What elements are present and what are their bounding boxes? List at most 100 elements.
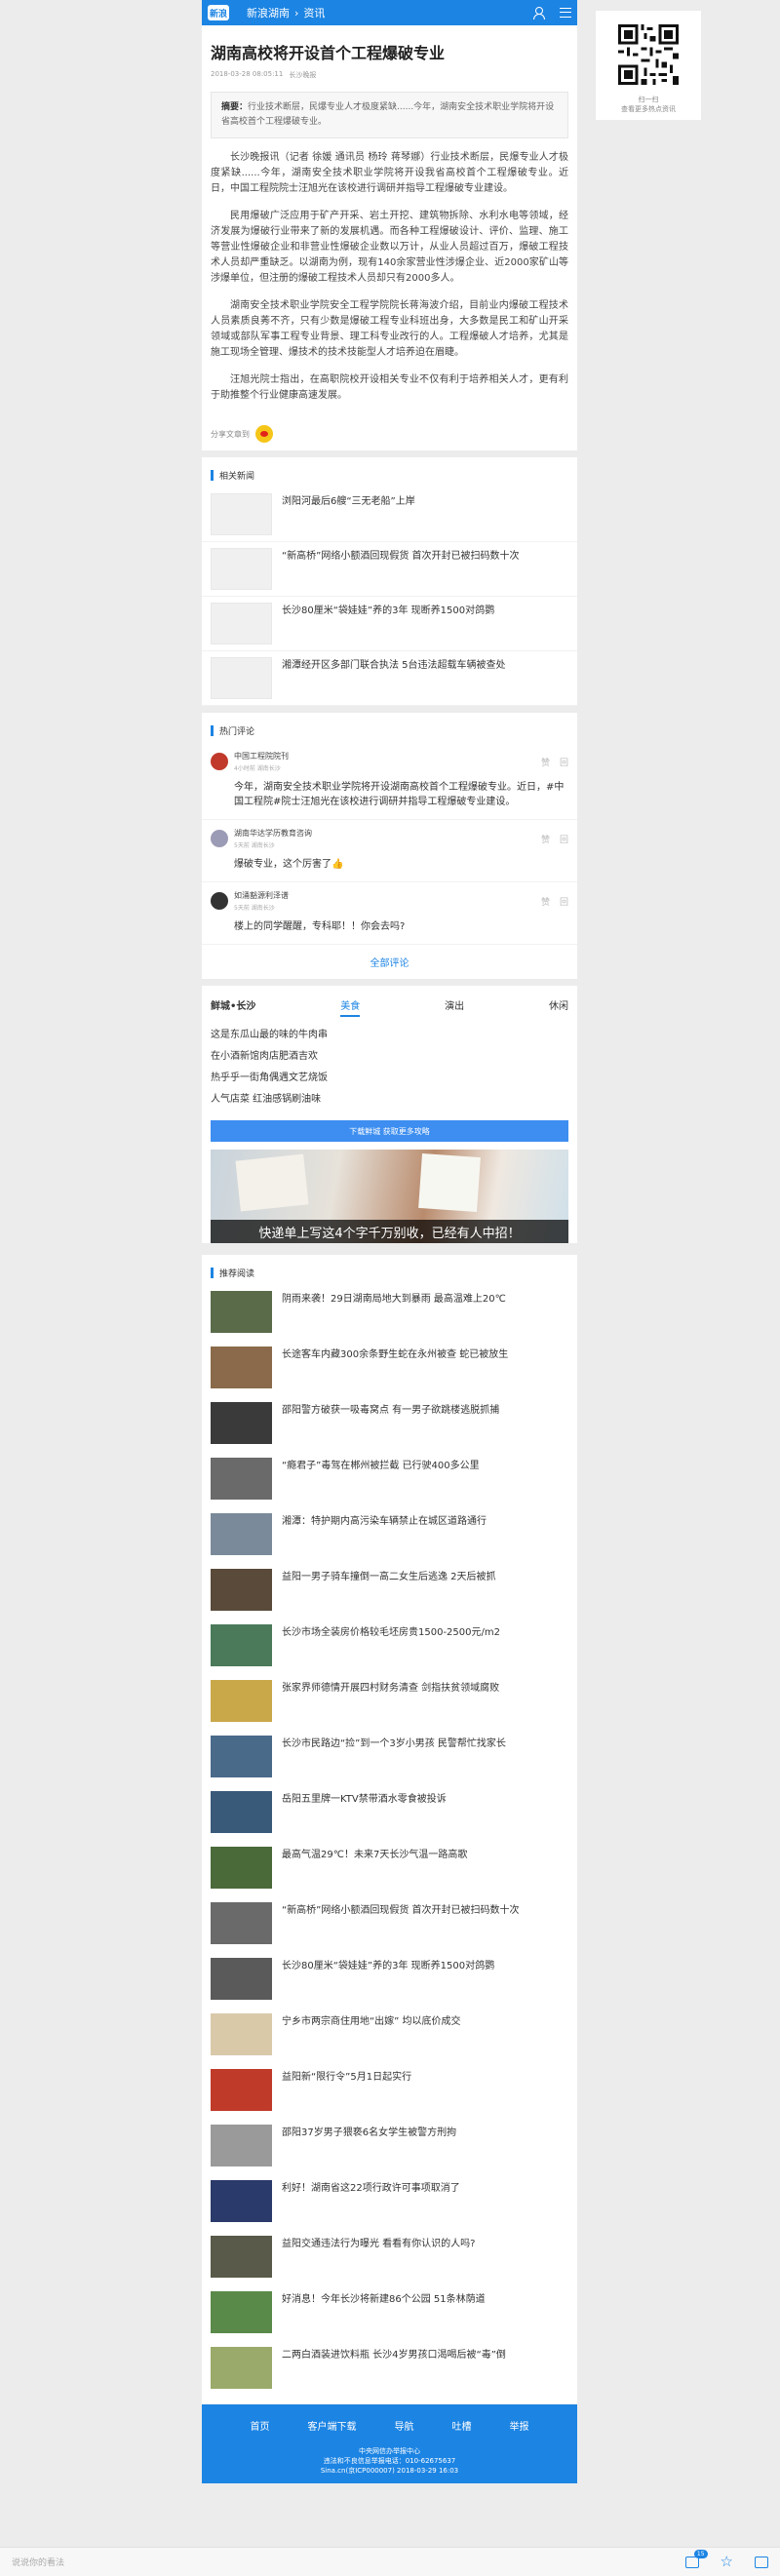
local-item[interactable]: 人气店菜 红油感锅刷油味 xyxy=(202,1089,577,1111)
recommend-item[interactable]: 长沙80厘米“袋娃娃”养的3年 现断养1500对鸽鹦 xyxy=(202,1952,577,2008)
breadcrumb-news[interactable]: 资讯 xyxy=(303,5,325,20)
share-label: 分享文章到 xyxy=(211,429,250,439)
related-item[interactable]: 湘潭经开区多部门联合执法 5台违法超载车辆被查处 xyxy=(202,651,577,706)
comment-header: 湖南华达学历教育咨询 5天前 湖南长沙 赞回 xyxy=(211,828,568,849)
avatar[interactable] xyxy=(211,753,228,770)
recommend-item[interactable]: 益阳新“限行令”5月1日起实行 xyxy=(202,2063,577,2119)
comment-user: 如涌豁源利泽谱 5天前 湖南长沙 xyxy=(234,890,289,912)
reply-icon[interactable]: 回 xyxy=(560,895,568,908)
download-app-button[interactable]: 下载鲜城 获取更多攻略 xyxy=(211,1120,568,1142)
comment-item: 中国工程院院刊 4小时前 湖南长沙 赞回今年，湖南安全技术职业学院将开设湖南高校首个… xyxy=(202,743,577,820)
user-icon[interactable] xyxy=(532,7,545,20)
recommend-title: 好消息！今年长沙将新建86个公园 51条林荫道 xyxy=(282,2294,486,2305)
local-item[interactable]: 在小酒新馆肉店肥酒吉欢 xyxy=(202,1046,577,1068)
comment-username[interactable]: 如涌豁源利泽谱 xyxy=(234,890,289,901)
recommend-item[interactable]: 宁乡市两宗商住用地“出嫁” 均以底价成交 xyxy=(202,2008,577,2063)
all-comments-link[interactable]: 全部评论 xyxy=(202,945,577,979)
recommend-item[interactable]: 邵阳37岁男子猥亵6名女学生被警方刑拘 xyxy=(202,2119,577,2174)
recommend-item[interactable]: 长沙市场全装房价格较毛坯房贵1500-2500元/m2 xyxy=(202,1619,577,1674)
weibo-icon[interactable] xyxy=(255,425,273,443)
tab-leisure[interactable]: 休闲 xyxy=(549,997,568,1017)
footer-link-report[interactable]: 举报 xyxy=(510,2418,529,2433)
footer-link-navigation[interactable]: 导航 xyxy=(395,2418,414,2433)
comment-count-badge: 15 xyxy=(693,2549,708,2558)
recommend-title: 长沙市场全装房价格较毛坯房贵1500-2500元/m2 xyxy=(282,1627,500,1638)
article-paragraph: 长沙晚报讯（记者 徐媛 通讯员 杨玲 蒋琴娜）行业技术断层，民爆专业人才极度紧缺… xyxy=(211,152,568,194)
recommend-title: 益阳一男子骑车撞倒一高二女生后逃逸 2天后被抓 xyxy=(282,1572,496,1582)
news-thumbnail xyxy=(211,2236,272,2278)
breadcrumb-home[interactable]: 新浪湖南 xyxy=(247,5,290,20)
related-title: 浏阳河最后6艘“三无老船”上岸 xyxy=(282,496,415,507)
local-item[interactable]: 这是东瓜山最的味的牛肉串 xyxy=(202,1025,577,1046)
footer-link-feedback[interactable]: 吐槽 xyxy=(452,2418,472,2433)
footer-info-line: 违法和不良信息举报电话：010-62675637 xyxy=(323,2457,456,2465)
comment-header: 中国工程院院刊 4小时前 湖南长沙 赞回 xyxy=(211,751,568,772)
recommend-item[interactable]: 邵阳警方破获一吸毒窝点 有一男子欲跳楼逃脱抓捕 xyxy=(202,1396,577,1452)
comment-user: 中国工程院院刊 4小时前 湖南长沙 xyxy=(234,751,289,772)
related-item[interactable]: “新高桥”网络小额酒回现假货 首次开封已被扫码数十次 xyxy=(202,542,577,597)
recommend-item[interactable]: 岳阳五里牌一KTV禁带酒水零食被投诉 xyxy=(202,1785,577,1841)
recommend-title: 张家界师德情开展四村财务清查 剑指扶贫领域腐败 xyxy=(282,1683,500,1694)
like-icon[interactable]: 赞 xyxy=(541,895,550,908)
qr-code[interactable] xyxy=(618,24,679,85)
comments-heading-text: 热门评论 xyxy=(219,727,255,737)
heading-accent-bar xyxy=(211,725,214,736)
related-title: 湘潭经开区多部门联合执法 5台违法超载车辆被查处 xyxy=(282,660,506,671)
comment-time: 5天前 湖南长沙 xyxy=(234,905,275,912)
news-thumbnail xyxy=(211,2069,272,2111)
comment-input[interactable]: 说说你的看法 xyxy=(12,2556,64,2568)
recommend-title: 岳阳五里牌一KTV禁带酒水零食被投诉 xyxy=(282,1794,447,1805)
reply-icon[interactable]: 回 xyxy=(560,833,568,845)
related-item[interactable]: 浏阳河最后6艘“三无老船”上岸 xyxy=(202,488,577,542)
recommend-item[interactable]: 二两白酒装进饮料瓶 长沙4岁男孩口渴喝后被“毒”倒 xyxy=(202,2341,577,2397)
comment-actions: 赞回 xyxy=(541,756,568,768)
tab-local-city[interactable]: 鲜城•长沙 xyxy=(211,997,255,1017)
menu-icon[interactable] xyxy=(560,8,571,18)
star-icon[interactable]: ☆ xyxy=(721,2555,733,2569)
related-news: 相关新闻 浏阳河最后6艘“三无老船”上岸 “新高桥”网络小额酒回现假货 首次开封… xyxy=(202,457,577,706)
comment-username[interactable]: 中国工程院院刊 xyxy=(234,751,289,761)
reply-icon[interactable]: 回 xyxy=(560,756,568,768)
related-item[interactable]: 长沙80厘米“袋娃娃”养的3年 现断养1500对鸽鹦 xyxy=(202,597,577,651)
recommend-item[interactable]: 阴雨来袭！29日湖南局地大到暴雨 最高温难上20℃ xyxy=(202,1285,577,1341)
heading-accent-bar xyxy=(211,1268,214,1278)
recommend-item[interactable]: 益阳交通违法行为曝光 看看有你认识的人吗? xyxy=(202,2230,577,2285)
avatar[interactable] xyxy=(211,830,228,847)
local-item[interactable]: 热乎乎一街角偶遇文艺烧饭 xyxy=(202,1068,577,1089)
bottom-actions: 15 ☆ xyxy=(684,2549,768,2569)
recommend-title: 利好！湖南省这22项行政许可事项取消了 xyxy=(282,2183,460,2194)
recommend-item[interactable]: 长途客车内藏300余条野生蛇在永州被查 蛇已被放生 xyxy=(202,1341,577,1396)
recommend-item[interactable]: 最高气温29℃！未来7天长沙气温一路高歌 xyxy=(202,1841,577,1896)
recommend-title: 阴雨来袭！29日湖南局地大到暴雨 最高温难上20℃ xyxy=(282,1294,506,1305)
recommend-item[interactable]: 长沙市民路边“捡”到一个3岁小男孩 民警帮忙找家长 xyxy=(202,1730,577,1785)
tab-food[interactable]: 美食 xyxy=(340,997,361,1017)
tab-shows[interactable]: 演出 xyxy=(445,997,464,1017)
news-thumbnail xyxy=(211,1680,272,1722)
recommend-item[interactable]: 利好！湖南省这22项行政许可事项取消了 xyxy=(202,2174,577,2230)
like-icon[interactable]: 赞 xyxy=(541,756,550,768)
avatar[interactable] xyxy=(211,892,228,910)
related-title: “新高桥”网络小额酒回现假货 首次开封已被扫码数十次 xyxy=(282,551,520,562)
like-icon[interactable]: 赞 xyxy=(541,833,550,845)
share-icon[interactable] xyxy=(755,2556,768,2568)
footer-link-home[interactable]: 首页 xyxy=(251,2418,270,2433)
news-thumbnail xyxy=(211,1736,272,1777)
sina-logo[interactable]: 新浪 xyxy=(208,5,229,20)
recommend-item[interactable]: 湘潭：特护期内高污染车辆禁止在城区道路通行 xyxy=(202,1507,577,1563)
comment-icon[interactable]: 15 xyxy=(684,2549,708,2568)
breadcrumb: 新浪湖南 › 资讯 xyxy=(247,5,325,20)
comment-username[interactable]: 湖南华达学历教育咨询 xyxy=(234,828,312,839)
footer: 首页 客户端下载 导航 吐槽 举报 中央网信办举报中心 违法和不良信息举报电话：… xyxy=(202,2404,577,2483)
recommend-item[interactable]: “新高桥”网络小额酒回现假货 首次开封已被扫码数十次 xyxy=(202,1896,577,1952)
comment-text: 楼上的同学醒醒，专科耶！！你会去吗? xyxy=(234,921,406,932)
footer-link-download[interactable]: 客户端下载 xyxy=(308,2418,357,2433)
related-title: 长沙80厘米“袋娃娃”养的3年 现断养1500对鸽鹦 xyxy=(282,605,495,616)
related-heading: 相关新闻 xyxy=(202,457,577,488)
recommend-item[interactable]: 益阳一男子骑车撞倒一高二女生后逃逸 2天后被抓 xyxy=(202,1563,577,1619)
recommend-item[interactable]: 好消息！今年长沙将新建86个公园 51条林荫道 xyxy=(202,2285,577,2341)
recommend-item[interactable]: 张家界师德情开展四村财务清查 剑指扶贫领域腐败 xyxy=(202,1674,577,1730)
news-thumbnail xyxy=(211,1958,272,2000)
recommend-heading: 推荐阅读 xyxy=(202,1255,577,1285)
ad-banner[interactable]: 快递单上写这4个字千万别收，已经有人中招！ xyxy=(211,1150,568,1243)
recommend-item[interactable]: “瘾君子”毒驾在郴州被拦截 已行驶400多公里 xyxy=(202,1452,577,1507)
